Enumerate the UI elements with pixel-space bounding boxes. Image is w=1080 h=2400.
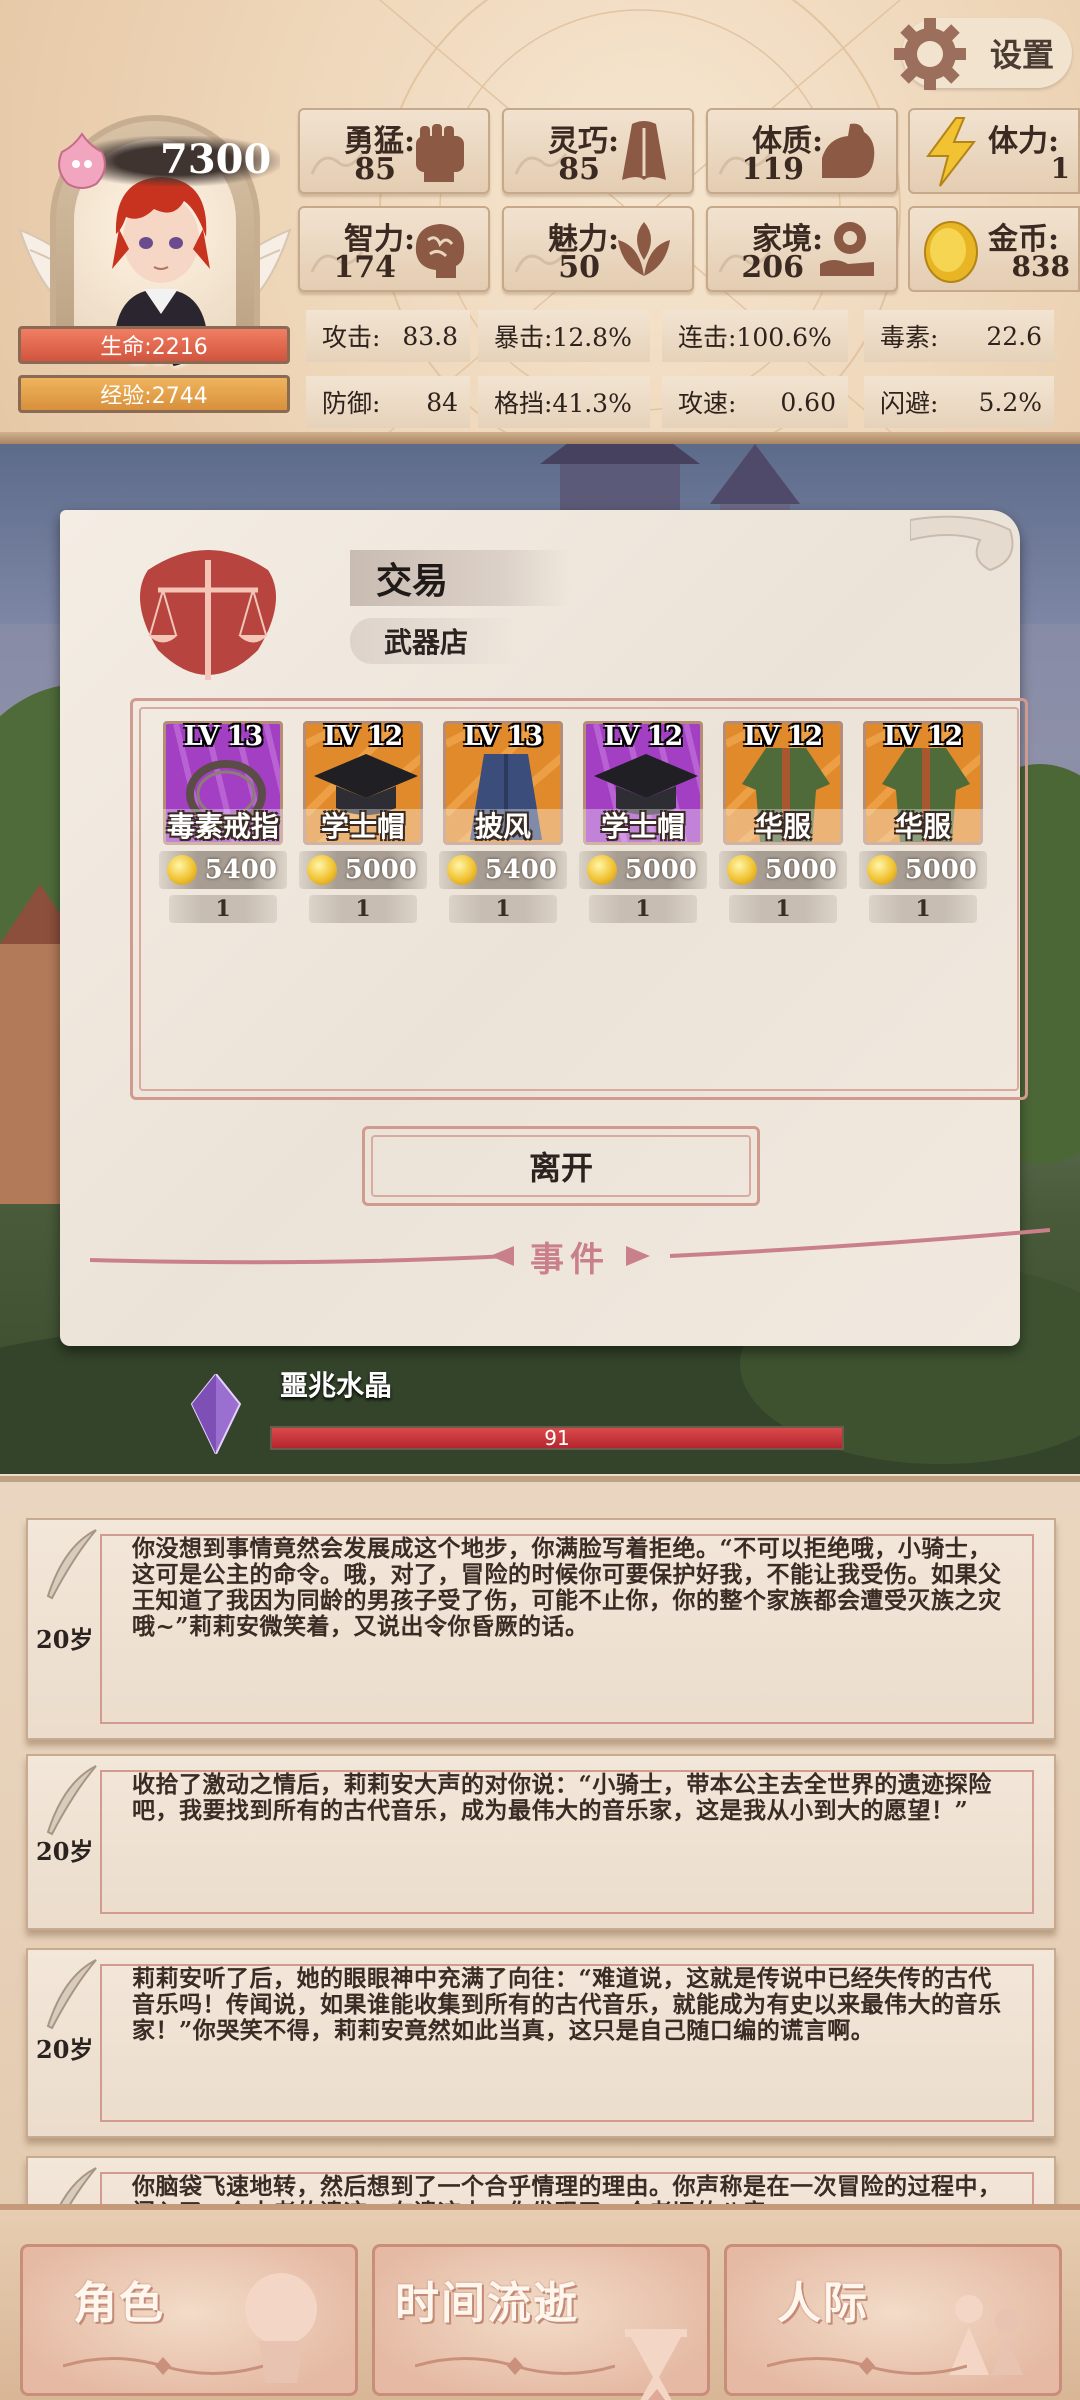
fist-icon: [416, 124, 464, 182]
crystal-value: 91: [544, 1426, 570, 1450]
status-header: 设置 7300 生命:2216 经验:2744 勇猛: 85 灵巧: 85 体质…: [0, 0, 1080, 440]
parchment: 交易 武器店 LV 13 毒素戒指 5400 1 LV 12 学士帽 5000 …: [60, 510, 1050, 1346]
combat-crit: 暴击:12.8%: [478, 310, 650, 362]
combat-speed: 攻速: 0.60: [662, 376, 848, 428]
shop-panel: 交易 武器店 LV 13 毒素戒指 5400 1 LV 12 学士帽 5000 …: [34, 500, 1050, 1352]
ornament-icon: [63, 2357, 263, 2375]
bottom-nav: 角色 时间流逝 人际: [0, 2204, 1080, 2400]
flower-icon: [618, 222, 670, 276]
muscle-arm-icon: [822, 123, 875, 178]
omen-crystal: 噩兆水晶 91: [190, 1364, 890, 1474]
ornament-icon: [415, 2357, 615, 2375]
log-entry: 20岁 收拾了激动之情后，莉莉安大声的对你说：“小骑士，带本公主去全世界的遗迹探…: [26, 1754, 1056, 1930]
shop-title: 交易: [350, 550, 570, 606]
life-value: 生命:2216: [100, 335, 208, 360]
exp-bar: 经验:2744: [18, 375, 290, 413]
soul-gem-icon: [58, 132, 106, 189]
gear-icon: [894, 18, 966, 90]
nav-social-button[interactable]: 人际: [724, 2244, 1062, 2396]
gold-coin-icon: [867, 855, 897, 885]
quill-icon: [46, 1529, 97, 1600]
life-bar: 生命:2216: [18, 326, 290, 364]
event-label: 事件: [530, 1240, 610, 1280]
nav-character-button[interactable]: 角色: [20, 2244, 358, 2396]
hourglass-icon: [625, 2329, 687, 2400]
combat-poison: 毒素: 22.6: [864, 310, 1054, 362]
log-entry: 20岁 你没想到事情竟然会发展成这个地步，你满脸写着拒绝。“不可以拒绝哦，小骑士…: [26, 1518, 1056, 1740]
goods-grid: LV 13 毒素戒指 5400 1 LV 12 学士帽 5000 1 LV 13…: [130, 698, 1028, 1100]
gold-coin-icon: [307, 855, 337, 885]
settings-label: 设置: [989, 36, 1054, 74]
cloak-icon: [622, 121, 666, 180]
nav-time-button[interactable]: 时间流逝: [372, 2244, 710, 2400]
leave-button[interactable]: 离开: [362, 1126, 760, 1206]
combat-dodge: 闪避: 5.2%: [864, 376, 1054, 428]
scales-emblem-icon: [140, 550, 276, 680]
brain-icon: [415, 224, 465, 278]
header-divider: [0, 432, 1080, 444]
stat-family[interactable]: 家境: 206: [706, 206, 898, 292]
player-portrait[interactable]: 7300 20岁: [10, 60, 300, 371]
score-value: 7300: [160, 136, 272, 183]
lightning-icon: [926, 117, 977, 187]
stat-agility[interactable]: 灵巧: 85: [502, 108, 694, 194]
combat-block: 格挡:41.3%: [478, 376, 650, 428]
combat-combo: 连击:100.6%: [662, 310, 848, 362]
stat-charm[interactable]: 魅力: 50: [502, 206, 694, 292]
combat-attack: 攻击: 83.8: [306, 310, 470, 362]
gold-coin-icon: [167, 855, 197, 885]
crystal-name: 噩兆水晶: [280, 1369, 393, 1402]
gold-coin-icon: [447, 855, 477, 885]
stat-constitution[interactable]: 体质: 119: [706, 108, 898, 194]
gold-coin-icon: [587, 855, 617, 885]
stat-stamina[interactable]: 体力: 1: [908, 108, 1080, 194]
exp-value: 经验:2744: [100, 384, 208, 409]
stat-courage[interactable]: 勇猛: 85: [298, 108, 490, 194]
paper-curl: [910, 515, 1014, 572]
settings-button[interactable]: 设置: [894, 18, 1072, 90]
log-entry: 20岁 莉莉安听了后，她的眼眼神中充满了向往：“难道说，这就是传说中已经失传的古…: [26, 1948, 1056, 2138]
crystal-progress-bar: 91: [270, 1426, 844, 1450]
shop-subtitle: 武器店: [350, 618, 520, 664]
gold-coin-icon: [924, 221, 978, 283]
gold-coin-icon: [727, 855, 757, 885]
stat-gold[interactable]: 金币: 838: [908, 206, 1080, 292]
event-log[interactable]: 20岁 你没想到事情竟然会发展成这个地步，你满脸写着拒绝。“不可以拒绝哦，小骑士…: [0, 1476, 1080, 2220]
crystal-icon: [190, 1374, 242, 1454]
score-badge: 7300: [30, 130, 280, 190]
ornament-icon: [767, 2357, 967, 2375]
combat-defense: 防御: 84: [306, 376, 470, 428]
coin-hand-icon: [820, 222, 874, 276]
stat-intelligence[interactable]: 智力: 174: [298, 206, 490, 292]
